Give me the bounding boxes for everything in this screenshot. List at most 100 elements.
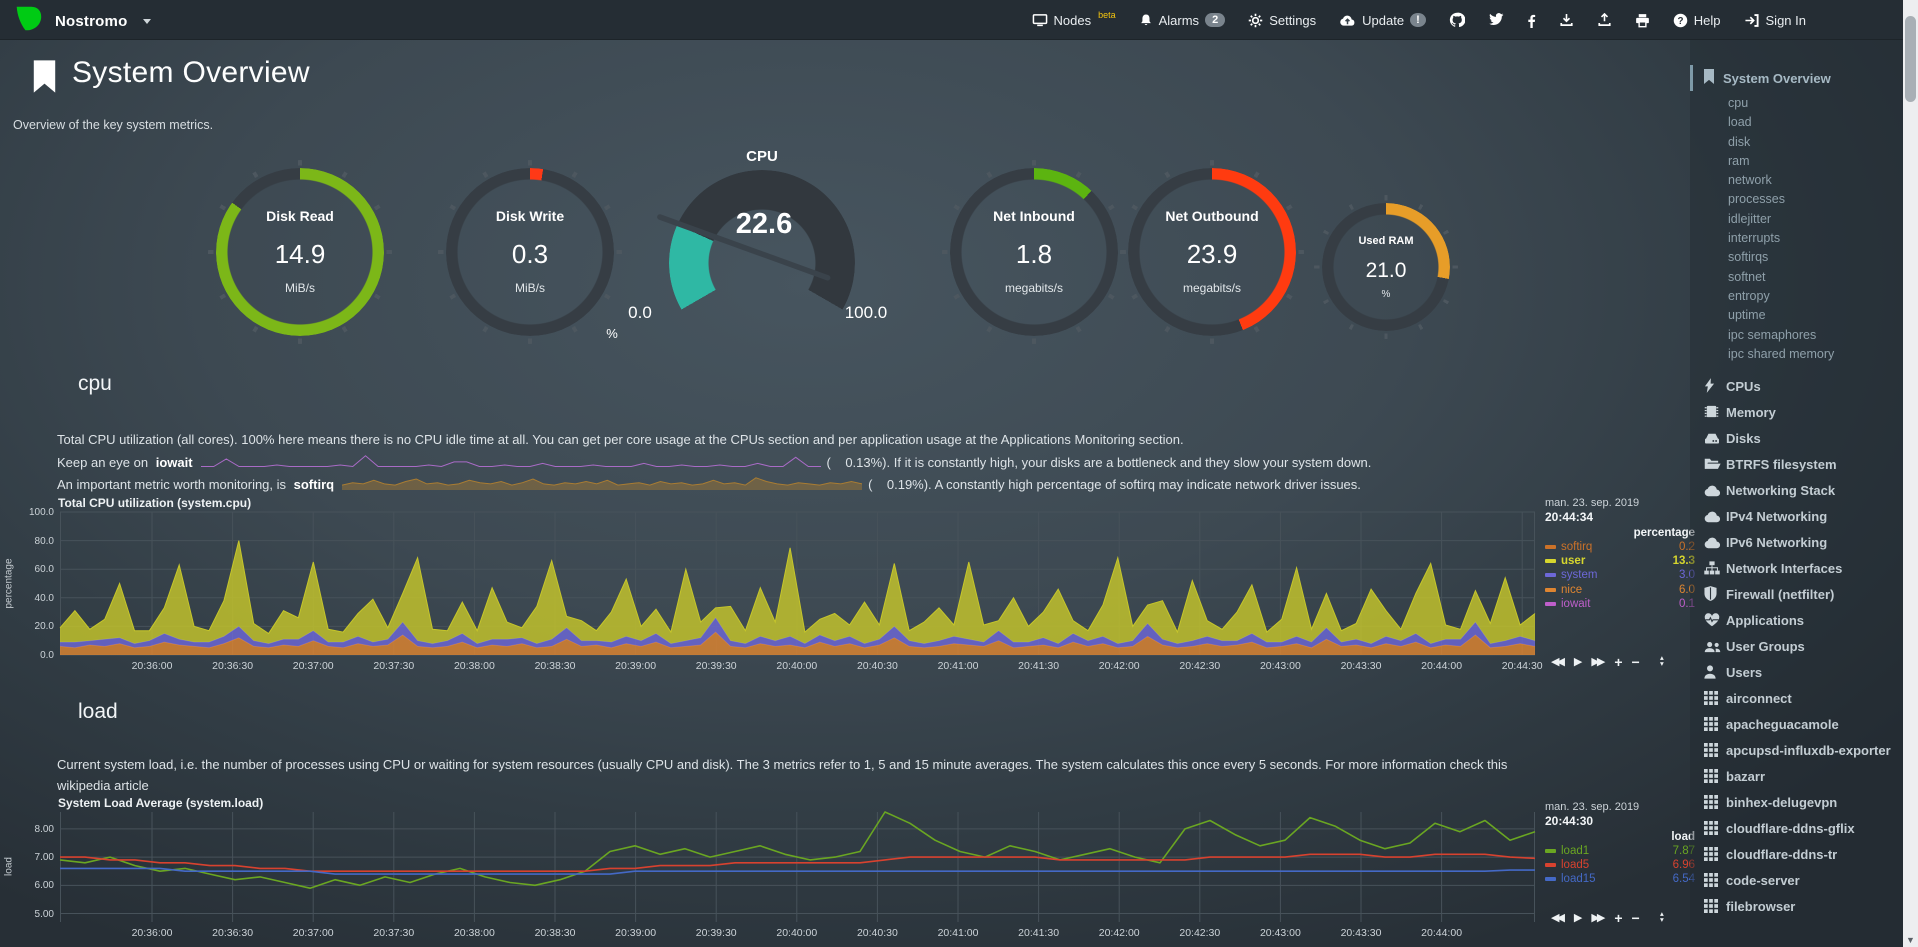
nav-print[interactable]	[1635, 13, 1650, 28]
sidebar-item-ipv6-networking[interactable]: IPv6 Networking	[1704, 529, 1903, 555]
sidebar-item-btrfs-filesystem[interactable]: BTRFS filesystem	[1704, 451, 1903, 477]
cpu-chart-title: Total CPU utilization (system.cpu)	[58, 496, 251, 510]
load-description-link[interactable]: wikipedia article	[57, 778, 149, 793]
zoom-out-button[interactable]: −	[1632, 655, 1640, 669]
legend-swatch	[1545, 849, 1556, 853]
sidebar-item-disks[interactable]: Disks	[1704, 425, 1903, 451]
sidebar-item-users[interactable]: Users	[1704, 659, 1903, 685]
sidebar-subitem-ram[interactable]: ram	[1728, 152, 1903, 171]
sidebar-subitem-idlejitter[interactable]: idlejitter	[1728, 210, 1903, 229]
page-subtitle: Overview of the key system metrics.	[13, 118, 213, 132]
x-axis-tick: 20:38:30	[523, 927, 587, 939]
sidebar-subitem-load[interactable]: load	[1728, 113, 1903, 132]
nav-download[interactable]	[1559, 13, 1574, 28]
nav-sign-in[interactable]: Sign In	[1744, 13, 1806, 28]
loadChart-resize-handle[interactable]: ▴▾	[1660, 911, 1664, 922]
zoom-out-button[interactable]: −	[1632, 911, 1640, 925]
sidebar-item-network-interfaces[interactable]: Network Interfaces	[1704, 555, 1903, 581]
nav-settings[interactable]: Settings	[1248, 13, 1316, 28]
sidebar-subitem-ipc-shared-memory[interactable]: ipc shared memory	[1728, 345, 1903, 364]
backward-button[interactable]: ◀◀	[1551, 911, 1565, 925]
sidebar-item-filebrowser[interactable]: filebrowser	[1704, 893, 1903, 919]
cpuChart-resize-handle[interactable]: ▴▾	[1660, 655, 1664, 666]
sidebar-subitem-softnet[interactable]: softnet	[1728, 268, 1903, 287]
legend-row-user[interactable]: user13.3	[1545, 555, 1695, 569]
sidebar-item-ipv4-networking[interactable]: IPv4 Networking	[1704, 503, 1903, 529]
sidebar-subitem-cpu[interactable]: cpu	[1728, 94, 1903, 113]
play-button[interactable]: ▶	[1574, 911, 1582, 925]
nav-update[interactable]: Update!	[1339, 13, 1426, 28]
nav-github[interactable]	[1449, 12, 1465, 28]
sidebar-subitem-processes[interactable]: processes	[1728, 190, 1903, 209]
sidebar-subitem-uptime[interactable]: uptime	[1728, 306, 1903, 325]
cloud-icon	[1704, 482, 1726, 499]
netdata-logo-icon	[14, 4, 43, 38]
forward-button[interactable]: ▶▶	[1591, 655, 1605, 669]
sidebar-item-system-overview[interactable]: System Overview	[1690, 65, 1903, 91]
nav-facebook[interactable]	[1527, 13, 1536, 28]
host-selector[interactable]: Nostromo	[14, 4, 151, 38]
load-description-1: Current system load, i.e. the number of …	[57, 757, 1507, 772]
sidebar-subitem-network[interactable]: network	[1728, 171, 1903, 190]
x-axis-tick: 20:37:00	[281, 927, 345, 939]
legend-row-load15[interactable]: load156.54	[1545, 873, 1695, 887]
sidebar-subitem-entropy[interactable]: entropy	[1728, 287, 1903, 306]
sidebar-item-firewall-netfilter-[interactable]: Firewall (netfilter)	[1704, 581, 1903, 607]
play-button[interactable]: ▶	[1574, 655, 1582, 669]
nav-help[interactable]: ?Help	[1673, 13, 1721, 28]
gauge-unit: MiB/s	[446, 281, 614, 295]
sidebar-item-networking-stack[interactable]: Networking Stack	[1704, 477, 1903, 503]
bolt-icon	[1704, 378, 1726, 395]
sidebar-item-cpus[interactable]: CPUs	[1704, 373, 1903, 399]
sidebar-item-cloudflare-ddns-gflix[interactable]: cloudflare-ddns-gflix	[1704, 815, 1903, 841]
cpuChart-plot[interactable]	[60, 512, 1535, 655]
gauge-value: 21.0	[1322, 259, 1450, 283]
sidebar-item-binhex-delugevpn[interactable]: binhex-delugevpn	[1704, 789, 1903, 815]
sidebar-item-apacheguacamole[interactable]: apacheguacamole	[1704, 711, 1903, 737]
legend-series-name: user	[1561, 555, 1585, 567]
scrollbar-down-arrow[interactable]: ▼	[1903, 935, 1918, 945]
zoom-in-button[interactable]: +	[1614, 655, 1622, 669]
y-axis-label: percentage	[4, 548, 15, 618]
sidebar-section-label: filebrowser	[1726, 899, 1795, 914]
page-scrollbar[interactable]: ▼	[1903, 0, 1918, 947]
nav-twitter[interactable]	[1488, 13, 1504, 27]
zoom-in-button[interactable]: +	[1614, 911, 1622, 925]
nav-upload[interactable]	[1597, 13, 1612, 28]
gauge-unit: megabits/s	[950, 281, 1118, 295]
backward-button[interactable]: ◀◀	[1551, 655, 1565, 669]
sidebar-item-airconnect[interactable]: airconnect	[1704, 685, 1903, 711]
gauge-net-outbound: Net Outbound23.9megabits/s	[1128, 168, 1296, 336]
x-axis-tick: 20:38:30	[523, 660, 587, 672]
legend-series-name: load1	[1561, 845, 1589, 857]
sidebar-subitem-ipc-semaphores[interactable]: ipc semaphores	[1728, 326, 1903, 345]
sidebar-subitem-interrupts[interactable]: interrupts	[1728, 229, 1903, 248]
legend-row-nice[interactable]: nice6.0	[1545, 584, 1695, 598]
sidebar-subitem-softirqs[interactable]: softirqs	[1728, 248, 1903, 267]
desc-metric-name: softirq	[294, 477, 334, 492]
legend-row-system[interactable]: system3.0	[1545, 569, 1695, 583]
nav-alarms[interactable]: Alarms2	[1139, 13, 1226, 28]
legend-row-iowait[interactable]: iowait0.1	[1545, 598, 1695, 612]
legend-row-softirq[interactable]: softirq0.2	[1545, 541, 1695, 555]
sidebar-subitem-disk[interactable]: disk	[1728, 133, 1903, 152]
th-icon	[1704, 820, 1726, 837]
legend-row-load1[interactable]: load17.87	[1545, 845, 1695, 859]
sidebar-item-applications[interactable]: Applications	[1704, 607, 1903, 633]
nav-nodes[interactable]: Nodesbeta	[1032, 13, 1116, 28]
sidebar-item-cloudflare-ddns-tr[interactable]: cloudflare-ddns-tr	[1704, 841, 1903, 867]
th-icon	[1704, 846, 1726, 863]
sidebar-item-apcupsd-influxdb-exporter[interactable]: apcupsd-influxdb-exporter	[1704, 737, 1903, 763]
scrollbar-thumb[interactable]	[1905, 16, 1916, 102]
nav-badge-alarms: 2	[1205, 13, 1225, 27]
chevron-down-icon	[143, 19, 151, 24]
cpuChart-toolbar: ◀◀▶▶▶+−	[1551, 655, 1640, 669]
bookmark-icon	[32, 60, 57, 98]
sidebar-item-bazarr[interactable]: bazarr	[1704, 763, 1903, 789]
sidebar-item-code-server[interactable]: code-server	[1704, 867, 1903, 893]
sidebar-item-user-groups[interactable]: User Groups	[1704, 633, 1903, 659]
legend-row-load5[interactable]: load56.96	[1545, 859, 1695, 873]
sidebar-item-memory[interactable]: Memory	[1704, 399, 1903, 425]
forward-button[interactable]: ▶▶	[1591, 911, 1605, 925]
loadChart-plot[interactable]	[60, 812, 1535, 922]
